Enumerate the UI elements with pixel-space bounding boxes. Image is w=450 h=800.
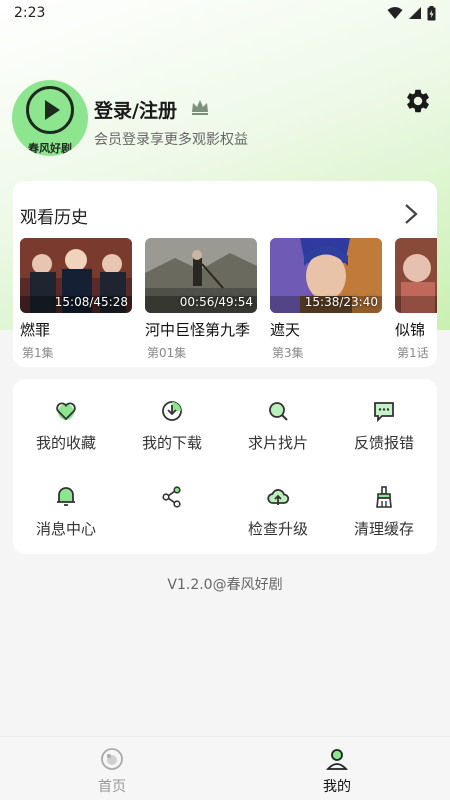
nav-mine[interactable]: 我的 — [287, 737, 387, 800]
history-item[interactable]: 似锦 第1话 — [395, 238, 437, 360]
history-item[interactable]: 15:38/23:40 遮天 第3集 — [270, 238, 382, 360]
thumbnail-image — [395, 238, 437, 313]
history-item-episode: 第1集 — [22, 346, 54, 360]
check-update-button[interactable]: 检查升级 — [225, 485, 331, 555]
history-item-episode: 第01集 — [147, 346, 187, 360]
search-film-icon — [269, 402, 288, 421]
downloads-label: 我的下载 — [141, 434, 202, 452]
messages-button[interactable]: 消息中心 — [13, 485, 119, 555]
chevron-right-icon[interactable] — [403, 203, 419, 225]
feedback-icon — [374, 402, 394, 423]
watch-history-title[interactable]: 观看历史 — [20, 203, 88, 228]
crown-icon — [192, 100, 208, 115]
clear-cache-label: 清理缓存 — [353, 520, 414, 538]
video-thumbnail[interactable]: 00:56/49:54 — [145, 238, 257, 313]
login-register-link[interactable]: 登录/注册 — [94, 96, 177, 123]
request-film-label: 求片找片 — [247, 434, 308, 452]
history-item-title: 似锦 — [395, 321, 426, 339]
avatar-brand-text: 春风好剧 — [28, 142, 72, 155]
profile-icon — [325, 749, 349, 770]
messages-label: 消息中心 — [35, 520, 96, 538]
share-icon — [162, 486, 181, 508]
history-item[interactable]: 15:08/45:28 燃罪 第1集 — [20, 238, 132, 360]
signal-icon — [409, 7, 421, 19]
share-button[interactable] — [119, 485, 225, 555]
status-bar: 2:23 — [0, 0, 450, 26]
video-thumbnail[interactable]: 15:08/45:28 — [20, 238, 132, 313]
watch-history-card: 观看历史 15:08/45:28 燃罪 第1集 00:56/49:54 河中巨怪… — [13, 181, 437, 367]
broom-icon — [376, 486, 392, 508]
bell-icon — [57, 487, 75, 506]
history-item-episode: 第3集 — [272, 346, 304, 360]
watch-progress: 00:56/49:54 — [179, 295, 253, 309]
settings-gear-icon[interactable] — [404, 87, 432, 115]
app-version: V1.2.0@春风好剧 — [167, 577, 283, 593]
heart-icon — [56, 402, 76, 421]
download-icon — [162, 401, 182, 421]
status-time: 2:23 — [14, 5, 46, 21]
cloud-upload-icon — [267, 489, 290, 505]
login-subtitle: 会员登录享更多观影权益 — [94, 132, 248, 148]
watch-progress: 15:08/45:28 — [54, 295, 128, 309]
downloads-button[interactable]: 我的下载 — [119, 399, 225, 469]
status-icons — [387, 5, 436, 21]
clear-cache-button[interactable]: 清理缓存 — [331, 485, 437, 555]
history-item-title: 遮天 — [270, 321, 301, 339]
nav-mine-label: 我的 — [323, 779, 351, 795]
feedback-label: 反馈报错 — [353, 434, 414, 452]
function-menu-card: 我的收藏 我的下载 求片找片 反馈报错 消息中心 检查升级 清理缓存 — [13, 379, 437, 554]
feedback-button[interactable]: 反馈报错 — [331, 399, 437, 469]
nav-home[interactable]: 首页 — [62, 737, 162, 800]
watch-progress: 15:38/23:40 — [304, 295, 378, 309]
video-thumbnail[interactable] — [395, 238, 437, 313]
home-icon — [101, 748, 123, 770]
bottom-navigation: 首页 我的 — [0, 736, 450, 800]
favorites-button[interactable]: 我的收藏 — [13, 399, 119, 469]
wifi-icon — [387, 7, 403, 19]
play-icon — [45, 100, 60, 120]
history-item-episode: 第1话 — [397, 346, 429, 360]
nav-home-label: 首页 — [98, 779, 126, 795]
history-item-title: 燃罪 — [20, 321, 51, 339]
request-film-button[interactable]: 求片找片 — [225, 399, 331, 469]
favorites-label: 我的收藏 — [35, 434, 96, 452]
history-item[interactable]: 00:56/49:54 河中巨怪第九季 第01集 — [145, 238, 257, 360]
watch-history-list: 15:08/45:28 燃罪 第1集 00:56/49:54 河中巨怪第九季 第… — [20, 238, 437, 363]
video-thumbnail[interactable]: 15:38/23:40 — [270, 238, 382, 313]
profile-header: 春风好剧 登录/注册 会员登录享更多观影权益 — [12, 80, 438, 160]
avatar[interactable]: 春风好剧 — [12, 80, 88, 156]
battery-icon — [427, 5, 436, 20]
history-item-title: 河中巨怪第九季 — [145, 321, 251, 339]
check-update-label: 检查升级 — [247, 520, 308, 538]
